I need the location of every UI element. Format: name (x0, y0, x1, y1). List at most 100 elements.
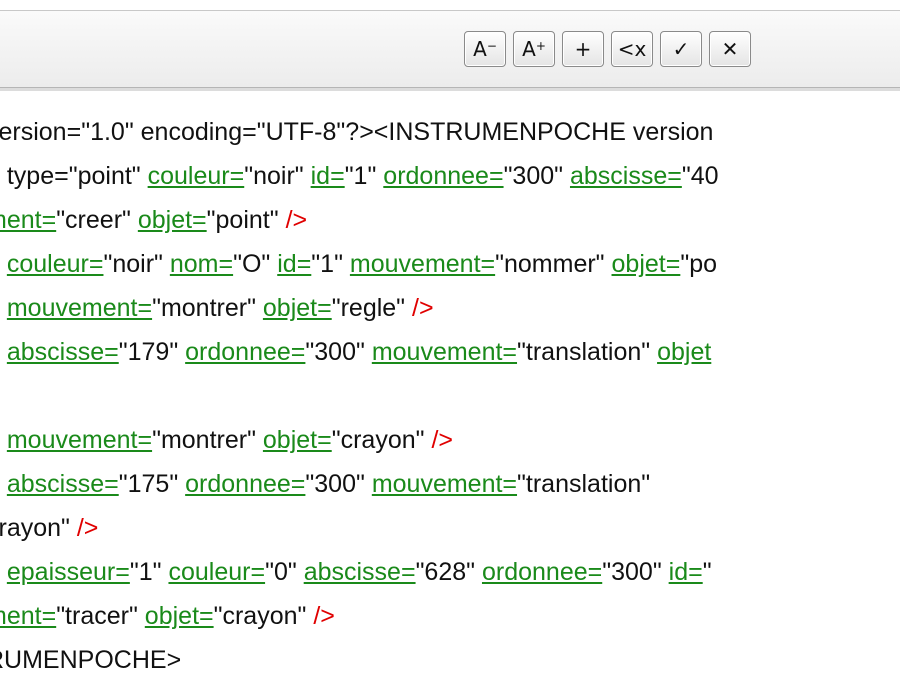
xml-code-editor[interactable]: version="1.0" encoding="UTF-8"?><INSTRUM… (0, 92, 900, 700)
close-button[interactable]: ✕ (709, 31, 751, 67)
xml-tag: /> (431, 426, 453, 454)
xml-text: "noir" (244, 162, 311, 190)
xml-attribute: ment= (0, 602, 57, 630)
toolbar-button-group: A − A + + <x ✓ ✕ (464, 31, 751, 69)
xml-text: "1" (311, 250, 350, 278)
validate-label: ✓ (672, 37, 690, 61)
delete-tag-label: <x (617, 37, 647, 61)
xml-attribute: ordonnee= (383, 162, 504, 190)
xml-attribute: mouvement= (371, 470, 518, 498)
xml-tag: /> (76, 514, 99, 542)
xml-text: "translation" (517, 470, 651, 498)
xml-text: "300" (305, 338, 372, 366)
xml-attribute: objet= (262, 426, 332, 454)
xml-attribute: mouvement= (6, 294, 153, 322)
xml-attribute: couleur= (168, 558, 266, 586)
xml-text: "po (680, 250, 718, 278)
xml-text (0, 470, 7, 498)
xml-text: "regle" (331, 294, 413, 322)
xml-attribute: objet= (144, 602, 214, 630)
code-line: ment="creer" objet="point" /> (0, 202, 307, 238)
xml-text (0, 426, 7, 454)
xml-text: " (702, 558, 712, 586)
xml-attribute: mouvement= (6, 426, 153, 454)
xml-attribute: objet= (611, 250, 681, 278)
xml-text: "montrer" (152, 426, 263, 454)
xml-text: "crayon" (331, 426, 432, 454)
xml-attribute: id= (310, 162, 345, 190)
xml-text: type="point" (0, 162, 148, 190)
window-top-edge (0, 0, 900, 11)
decrease-font-sign: − (486, 39, 497, 53)
xml-attribute: mouvement= (349, 250, 496, 278)
code-line: crayon" /> (0, 510, 98, 546)
xml-text: "noir" (103, 250, 170, 278)
xml-text: crayon" (0, 514, 70, 542)
code-line: n mouvement="montrer" objet="regle" /> (0, 290, 434, 326)
code-line: n couleur="noir" nom="O" id="1" mouvemen… (0, 246, 717, 282)
xml-text: "175" (118, 470, 186, 498)
xml-text: "300" (503, 162, 570, 190)
xml-text: "translation" (517, 338, 658, 366)
xml-text: "creer" (56, 206, 138, 234)
xml-text: "1" (344, 162, 384, 190)
validate-button[interactable]: ✓ (660, 31, 702, 67)
xml-attribute: mouvement= (371, 338, 518, 366)
increase-font-sign: + (535, 39, 546, 53)
xml-attribute: id= (277, 250, 312, 278)
code-line: n type="point" couleur="noir" id="1" ord… (0, 158, 719, 194)
add-label: + (574, 37, 592, 61)
xml-attribute: objet= (262, 294, 332, 322)
xml-text: version="1.0" encoding="UTF-8"?><INSTRUM… (0, 118, 714, 146)
xml-tag: /> (285, 206, 308, 234)
xml-text: "0" (265, 558, 304, 586)
xml-attribute: couleur= (6, 250, 104, 278)
xml-text: "300" (602, 558, 669, 586)
decrease-font-label: A (473, 37, 487, 61)
xml-tag: /> (412, 294, 434, 322)
increase-font-button[interactable]: A + (513, 31, 555, 67)
code-line: n abscisse="179" ordonnee="300" mouvemen… (0, 334, 711, 370)
xml-text: "300" (305, 470, 372, 498)
code-line: n epaisseur="1" couleur="0" abscisse="62… (0, 554, 712, 590)
xml-attribute: couleur= (147, 162, 245, 190)
xml-text: "179" (118, 338, 186, 366)
xml-attribute: ordonnee= (185, 470, 306, 498)
delete-tag-button[interactable]: <x (611, 31, 653, 67)
xml-attribute: ment= (0, 206, 57, 234)
code-line: ment="tracer" objet="crayon" /> (0, 598, 335, 634)
xml-attribute: id= (668, 558, 703, 586)
xml-attribute: abscisse= (303, 558, 416, 586)
xml-text: "40 (681, 162, 719, 190)
xml-attribute: abscisse= (6, 470, 119, 498)
xml-attribute: ordonnee= (185, 338, 306, 366)
code-line: n mouvement="montrer" objet="crayon" /> (0, 422, 453, 458)
decrease-font-button[interactable]: A − (464, 31, 506, 67)
add-button[interactable]: + (562, 31, 604, 67)
xml-attribute: ordonnee= (481, 558, 603, 586)
xml-text: RUMENPOCHE> (0, 646, 182, 674)
xml-text (0, 338, 7, 366)
xml-text: "montrer" (152, 294, 263, 322)
code-line: n abscisse="175" ordonnee="300" mouvemen… (0, 466, 650, 502)
xml-attribute: epaisseur= (6, 558, 130, 586)
xml-attribute: abscisse= (569, 162, 682, 190)
xml-text (0, 250, 7, 278)
xml-text: "point" (206, 206, 286, 234)
code-line: RUMENPOCHE> (0, 642, 181, 678)
xml-attribute: abscisse= (6, 338, 119, 366)
xml-text: "1" (129, 558, 169, 586)
increase-font-label: A (522, 37, 536, 61)
xml-text: "nommer" (495, 250, 612, 278)
xml-text: "O" (233, 250, 278, 278)
xml-attribute: objet= (137, 206, 207, 234)
editor-toolbar: A − A + + <x ✓ ✕ (0, 11, 900, 91)
xml-attribute: objet (657, 338, 712, 366)
code-line: version="1.0" encoding="UTF-8"?><INSTRUM… (0, 114, 713, 150)
xml-text: "crayon" (213, 602, 314, 630)
xml-text: "tracer" (56, 602, 145, 630)
xml-attribute: nom= (169, 250, 234, 278)
xml-text (0, 294, 7, 322)
close-label: ✕ (721, 37, 739, 61)
xml-text (0, 558, 7, 586)
